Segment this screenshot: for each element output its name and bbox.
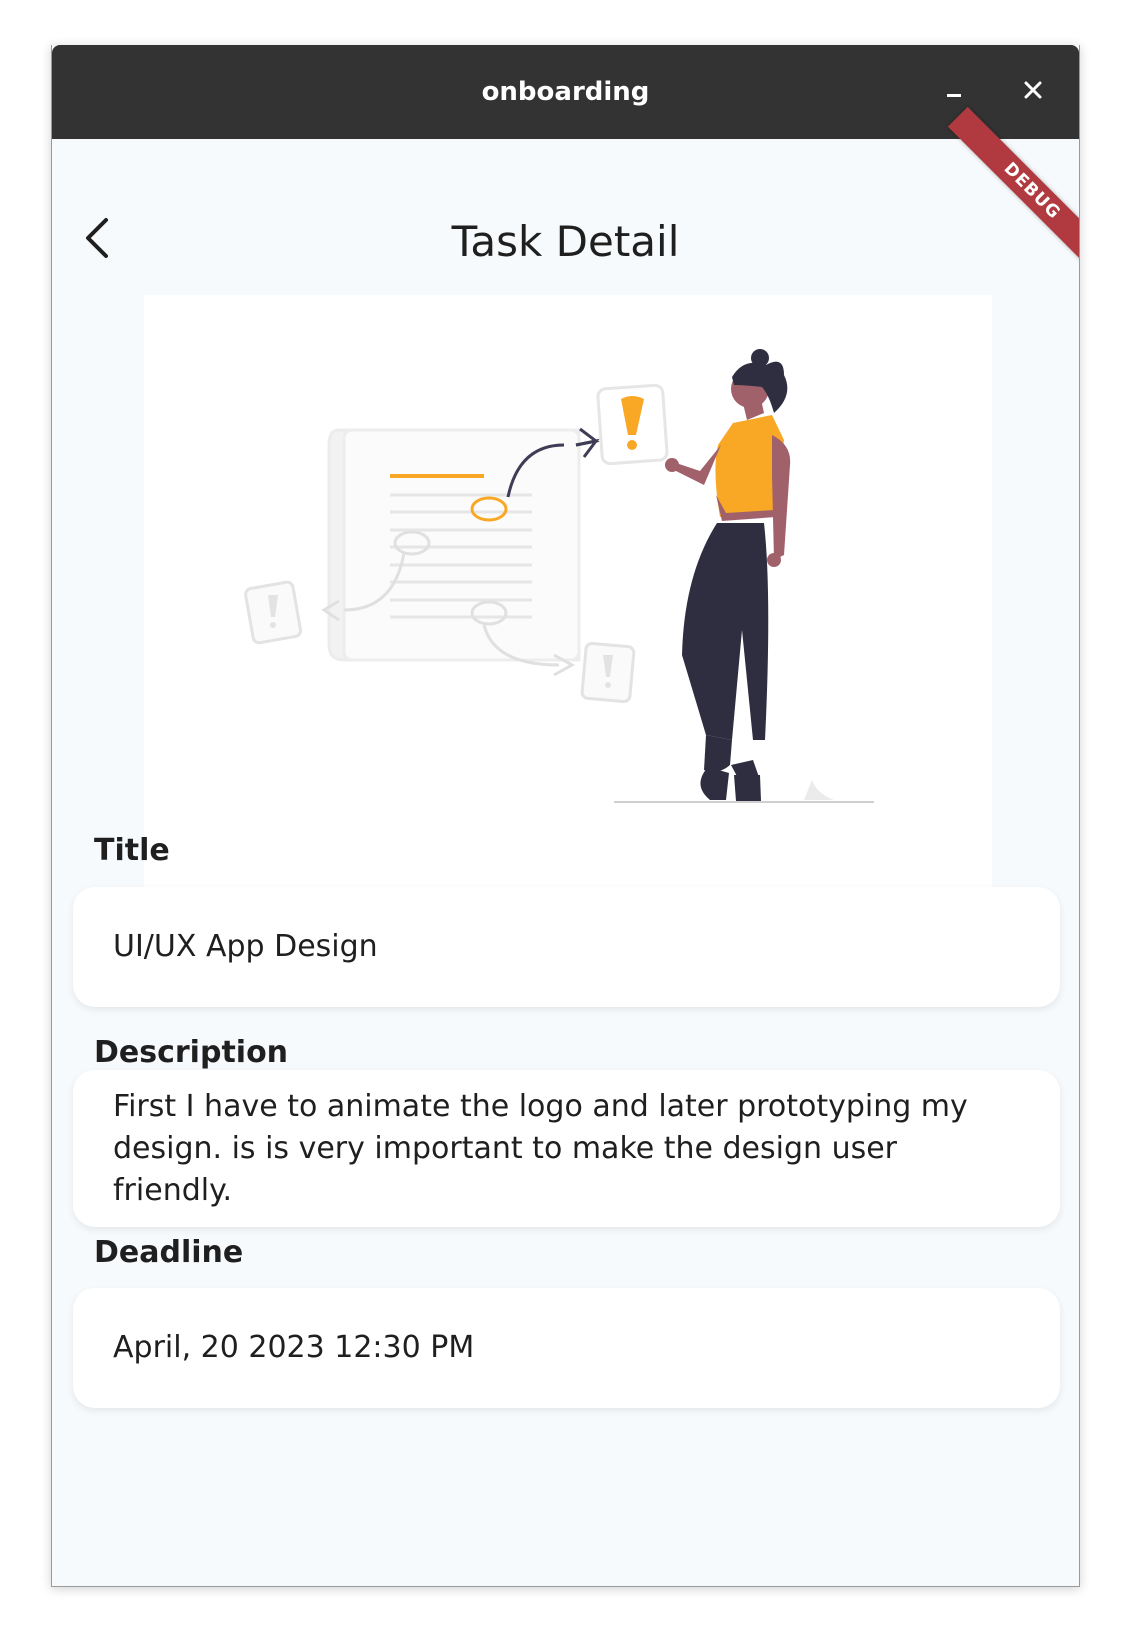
description-label: Description bbox=[94, 1035, 289, 1070]
task-illustration bbox=[144, 295, 992, 897]
description-value: First I have to animate the logo and lat… bbox=[113, 1088, 968, 1208]
deadline-label: Deadline bbox=[94, 1235, 244, 1270]
minimize-button[interactable] bbox=[934, 72, 974, 112]
minimize-icon bbox=[945, 81, 963, 103]
title-field[interactable]: UI/UX App Design bbox=[73, 887, 1060, 1007]
deadline-field[interactable]: April, 20 2023 12:30 PM bbox=[73, 1288, 1060, 1408]
close-button[interactable] bbox=[1013, 72, 1053, 112]
description-field[interactable]: First I have to animate the logo and lat… bbox=[73, 1070, 1060, 1227]
app-window: onboarding DEBUG Task Detail Title UI/UX… bbox=[51, 45, 1080, 1587]
window-title: onboarding bbox=[481, 77, 650, 107]
title-value: UI/UX App Design bbox=[113, 929, 378, 964]
title-label: Title bbox=[94, 833, 170, 868]
deadline-value: April, 20 2023 12:30 PM bbox=[113, 1330, 475, 1365]
window-titlebar[interactable]: onboarding bbox=[52, 45, 1079, 139]
page-title: Task Detail bbox=[451, 217, 680, 266]
close-icon bbox=[1024, 81, 1042, 103]
